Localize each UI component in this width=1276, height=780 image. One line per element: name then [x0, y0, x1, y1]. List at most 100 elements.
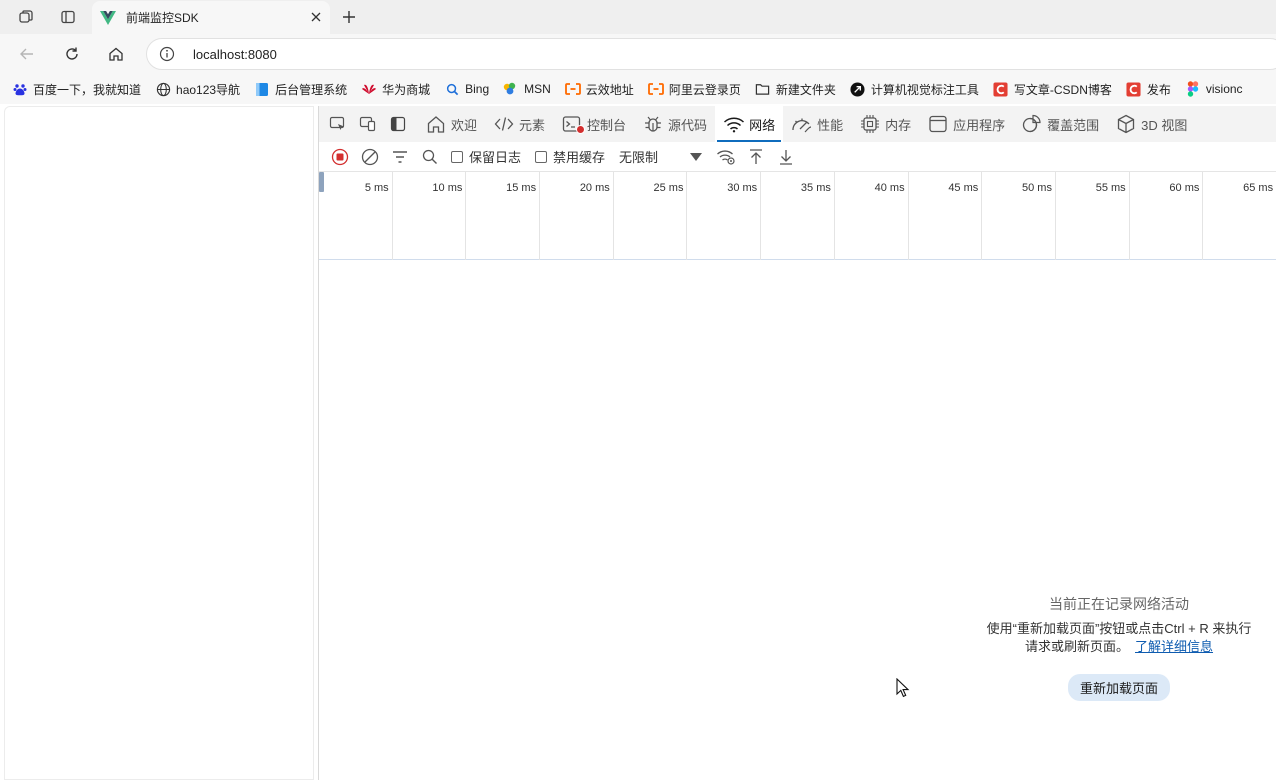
msn-icon [503, 81, 519, 97]
bookmark-item[interactable]: 后台管理系统 [254, 81, 347, 98]
memory-icon [859, 114, 881, 134]
devtools-tab-coverage[interactable]: 覆盖范围 [1013, 106, 1107, 142]
bookmark-item[interactable]: 新建文件夹 [755, 81, 836, 98]
timeline-tick: 65 ms [1203, 172, 1276, 260]
timeline-tick: 60 ms [1130, 172, 1204, 260]
empty-state-desc-line2: 请求或刷新页面。 [1024, 639, 1129, 654]
bookmark-item[interactable]: 写文章-CSDN博客 [993, 81, 1112, 98]
devtools-tab-performance[interactable]: 性能 [783, 106, 851, 142]
network-overview-timeline[interactable]: 5 ms 10 ms 15 ms 20 ms 25 ms 30 ms 35 ms 40 ms 4… [319, 172, 1276, 260]
timeline-tick-label: 10 ms [432, 182, 463, 194]
vue-logo-icon [100, 10, 116, 26]
devtools-tab-bug[interactable]: 源代码 [634, 106, 715, 142]
preserve-log-checkbox[interactable]: 保留日志 [451, 147, 521, 166]
bookmark-item[interactable]: 发布 [1126, 81, 1171, 98]
devtools-tab-label: 元素 [519, 117, 546, 133]
timeline-tick-label: 45 ms [948, 182, 979, 194]
coverage-icon [1021, 114, 1043, 134]
network-conditions-icon[interactable] [711, 143, 741, 171]
record-button[interactable] [325, 143, 355, 171]
filter-icon[interactable] [385, 143, 415, 171]
bookmark-item[interactable]: MSN [503, 81, 551, 97]
url-text: localhost:8080 [193, 46, 277, 62]
reload-page-button[interactable]: 重新加载页面 [1067, 674, 1170, 701]
search-icon[interactable] [415, 143, 445, 171]
bookmark-item[interactable]: visionc [1185, 81, 1243, 97]
timeline-tick: 5 ms [319, 172, 393, 260]
inspect-element-icon[interactable] [323, 106, 353, 142]
home-button[interactable] [101, 40, 131, 68]
clear-log-button[interactable] [355, 143, 385, 171]
new-tab-button[interactable] [336, 4, 362, 30]
code-icon [493, 114, 515, 134]
disable-cache-box[interactable] [535, 150, 548, 163]
console-icon [561, 114, 586, 134]
error-badge [576, 125, 586, 134]
learn-more-link[interactable]: 了解详细信息 [1135, 639, 1213, 654]
bookmark-label: 百度一下，我就知道 [33, 82, 142, 97]
bookmark-item[interactable]: Bing [444, 81, 489, 97]
devtools-tab-label: 性能 [817, 117, 844, 133]
timeline-tick: 40 ms [835, 172, 909, 260]
page-viewport [4, 106, 314, 780]
devtools-tab-wifi[interactable]: 网络 [715, 106, 784, 142]
bookmark-label: 华为商城 [382, 82, 431, 97]
timeline-tick-label: 55 ms [1095, 182, 1126, 194]
arrow-circle-icon [850, 81, 866, 97]
figma-icon [1185, 81, 1201, 97]
bookmark-item[interactable]: 云效地址 [564, 81, 634, 98]
bookmark-label: 计算机视觉标注工具 [870, 82, 979, 97]
application-icon [927, 114, 949, 134]
bookmark-label: Bing [465, 82, 490, 96]
timeline-tick: 45 ms [909, 172, 983, 260]
home-icon [425, 114, 447, 134]
dock-side-icon[interactable] [383, 106, 413, 142]
export-har-icon[interactable] [771, 143, 801, 171]
browser-tab[interactable]: 前端监控SDK [92, 1, 330, 34]
wifi-icon [723, 114, 745, 134]
refresh-button[interactable] [57, 40, 87, 68]
back-button[interactable] [12, 40, 42, 68]
devtools-tab-memory[interactable]: 内存 [851, 106, 919, 142]
globe-icon [155, 81, 171, 97]
devtools-tab-label: 覆盖范围 [1047, 117, 1100, 133]
recording-empty-state: 当前正在记录网络活动 使用“重新加载页面”按钮或点击Ctrl + R 来执行 请… [969, 594, 1269, 701]
disable-cache-checkbox[interactable]: 禁用缓存 [535, 147, 605, 166]
devtools-tab-home[interactable]: 欢迎 [417, 106, 485, 142]
vertical-tabs-icon[interactable] [53, 4, 83, 30]
bookmark-item[interactable]: 阿里云登录页 [647, 81, 741, 98]
timeline-tick: 35 ms [761, 172, 835, 260]
throttling-select[interactable]: 无限制 [619, 147, 681, 166]
device-emulation-icon[interactable] [353, 106, 383, 142]
devtools-tab-label: 欢迎 [451, 117, 478, 133]
preserve-log-box[interactable] [451, 150, 463, 163]
timeline-tick: 10 ms [393, 172, 467, 260]
devtools-panel: 欢迎 元素 控制台 源代码 网络 性能 内存 应用程序 覆盖范围 3D 视图 保留日志 禁用缓存 … [318, 106, 1276, 780]
bookmark-item[interactable]: 华为商城 [361, 81, 430, 98]
disable-cache-label: 禁用缓存 [553, 150, 606, 165]
bookmark-item[interactable]: 百度一下，我就知道 [12, 81, 141, 98]
baidu-icon [12, 81, 28, 97]
bookmark-item[interactable]: hao123导航 [155, 81, 240, 98]
network-toolbar: 保留日志 禁用缓存 无限制 [319, 142, 1276, 172]
timeline-tick-label: 60 ms [1169, 182, 1200, 194]
empty-state-desc-line1: 使用“重新加载页面”按钮或点击Ctrl + R 来执行 [986, 621, 1252, 636]
devtools-tab-label: 控制台 [587, 117, 627, 133]
devtools-tab-cube[interactable]: 3D 视图 [1107, 106, 1195, 142]
bug-icon [642, 114, 664, 134]
address-bar[interactable]: localhost:8080 [146, 38, 1276, 70]
chevron-down-icon[interactable] [681, 143, 711, 171]
timeline-tick: 55 ms [1056, 172, 1130, 260]
workspaces-icon[interactable] [11, 4, 41, 30]
site-info-icon[interactable] [147, 39, 187, 69]
devtools-tab-code[interactable]: 元素 [485, 106, 553, 142]
bookmark-label: 发布 [1146, 82, 1171, 97]
devtools-tab-console[interactable]: 控制台 [553, 106, 634, 142]
close-tab-icon[interactable] [308, 9, 324, 25]
timeline-tick-label: 65 ms [1243, 182, 1274, 194]
bookmarks-bar: 百度一下，我就知道 hao123导航 后台管理系统 华为商城 Bing MSN 云效地址 阿里… [0, 74, 1276, 104]
import-har-icon[interactable] [741, 143, 771, 171]
devtools-tab-application[interactable]: 应用程序 [919, 106, 1013, 142]
performance-icon [791, 114, 813, 134]
bookmark-item[interactable]: 计算机视觉标注工具 [850, 81, 979, 98]
